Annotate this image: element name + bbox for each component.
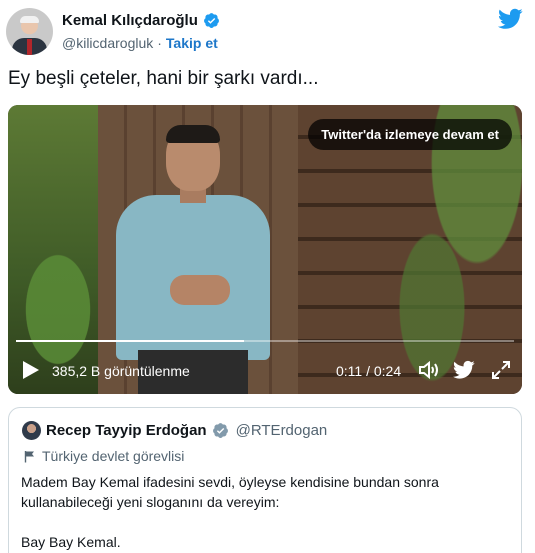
- government-label[interactable]: Türkiye devlet görevlisi: [24, 448, 184, 464]
- separator-dot: ·: [157, 35, 162, 51]
- video-controls: 385,2 B görüntülenme 0:11 / 0:24: [8, 348, 522, 394]
- quoted-author-row: Recep Tayyip Erdoğan @RTErdogan: [46, 422, 327, 439]
- verified-badge-icon: [203, 13, 219, 28]
- video-player[interactable]: Twitter'da izlemeye devam et 385,2 B gör…: [8, 105, 522, 394]
- quoted-author-handle[interactable]: @RTErdogan: [236, 422, 328, 439]
- government-label-text: Türkiye devlet görevlisi: [42, 448, 185, 464]
- quoted-author-name[interactable]: Recep Tayyip Erdoğan: [46, 422, 207, 439]
- quoted-text-line2: Bay Bay Kemal.: [21, 534, 121, 550]
- government-flag-icon: [24, 450, 34, 462]
- twitter-logo-icon[interactable]: [498, 8, 523, 30]
- expand-icon[interactable]: [490, 360, 512, 380]
- verified-badge-icon: [212, 423, 228, 438]
- continue-watching-button[interactable]: Twitter'da izlemeye devam et: [308, 119, 512, 150]
- tweet-header: Kemal Kılıçdaroğlu @kilicdarogluk · Taki…: [0, 0, 535, 64]
- follow-button[interactable]: Takip et: [166, 35, 218, 51]
- tweet-text: Ey beşli çeteler, hani bir şarkı vardı..…: [8, 68, 319, 89]
- author-avatar[interactable]: [6, 8, 53, 55]
- twitter-bird-icon[interactable]: [453, 360, 475, 380]
- video-progress-bar[interactable]: [16, 340, 514, 342]
- quoted-tweet[interactable]: Recep Tayyip Erdoğan @RTErdogan Türkiye …: [8, 407, 522, 553]
- video-progress-fill: [16, 340, 245, 342]
- author-name[interactable]: Kemal Kılıçdaroğlu: [62, 12, 198, 29]
- quoted-author-avatar[interactable]: [22, 421, 41, 440]
- volume-icon[interactable]: [418, 360, 440, 380]
- view-count: 385,2 B görüntülenme: [52, 363, 190, 379]
- author-handle-row: @kilicdarogluk · Takip et: [62, 35, 218, 51]
- quoted-tweet-text: Madem Bay Kemal ifadesini sevdi, öyleyse…: [21, 472, 511, 553]
- video-time: 0:11 / 0:24: [336, 363, 402, 379]
- author-name-row: Kemal Kılıçdaroğlu: [62, 12, 220, 29]
- quoted-text-line1: Madem Bay Kemal ifadesini sevdi, öyleyse…: [21, 474, 439, 510]
- author-handle[interactable]: @kilicdarogluk: [62, 35, 153, 51]
- play-icon[interactable]: [22, 360, 40, 380]
